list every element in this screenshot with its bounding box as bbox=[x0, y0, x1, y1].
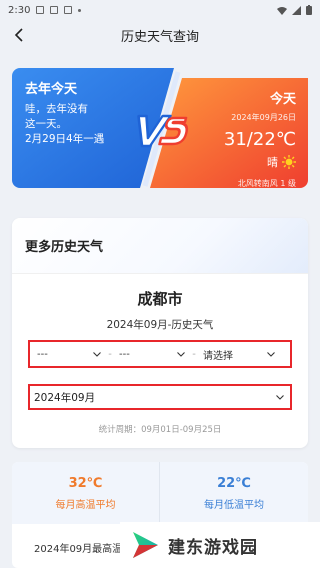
chevron-left-icon bbox=[14, 28, 23, 42]
vs-icon bbox=[137, 114, 189, 148]
last-year-text: 这一天。 bbox=[25, 118, 67, 130]
district-select-value: 请选择 bbox=[203, 350, 233, 362]
month-select-value: 2024年09月 bbox=[34, 391, 96, 404]
watermark-logo-icon bbox=[133, 532, 158, 558]
notification-icon bbox=[36, 6, 45, 14]
high-temp-label: 每月高温平均 bbox=[55, 499, 116, 511]
max-temp-row-label: 2024年09月最高温 bbox=[34, 544, 123, 555]
province-select[interactable]: --- bbox=[33, 343, 105, 365]
today-date: 2024年09月26日 bbox=[231, 113, 296, 122]
watermark-text: 建东游戏园 bbox=[168, 537, 258, 558]
wifi-icon bbox=[277, 6, 287, 15]
chevron-down-icon bbox=[177, 351, 185, 357]
history-subtitle: 2024年09月-历史天气 bbox=[106, 319, 214, 331]
region-select-row: --- - --- - 请选择 bbox=[28, 340, 292, 368]
signal-icon bbox=[292, 5, 301, 15]
dot-icon bbox=[78, 8, 82, 12]
condition-text: 晴 bbox=[267, 156, 278, 169]
chevron-down-icon bbox=[267, 351, 275, 357]
today-wind: 北风转南风 1 级 bbox=[237, 179, 296, 188]
notification-icon bbox=[64, 6, 73, 14]
low-temp-value: 22℃ bbox=[217, 475, 251, 491]
watermark: 建东游戏园 bbox=[120, 522, 320, 568]
select-separator: - bbox=[192, 348, 196, 360]
status-bar: 2:30 bbox=[0, 0, 320, 20]
province-select-value: --- bbox=[37, 348, 48, 360]
high-temp-average: 32℃ 每月高温平均 bbox=[12, 462, 160, 524]
city-name: 成都市 bbox=[137, 290, 183, 308]
more-history-card: 更多历史天气 成都市 2024年09月-历史天气 --- - --- - 请选择… bbox=[12, 218, 308, 448]
low-temp-label: 每月低温平均 bbox=[204, 499, 264, 511]
compare-card: 去年今天 哇，去年没有 这一天。 2月29日4年一遇 今天 2024年09月26… bbox=[12, 68, 308, 188]
battery-icon bbox=[306, 5, 312, 15]
district-select[interactable]: 请选择 bbox=[199, 343, 279, 365]
app-header: 历史天气查询 bbox=[0, 20, 320, 50]
notification-icon bbox=[50, 6, 59, 14]
last-year-text: 2月29日4年一遇 bbox=[25, 133, 105, 145]
status-time: 2:30 bbox=[8, 4, 31, 16]
chevron-down-icon bbox=[276, 394, 284, 400]
city-select[interactable]: --- bbox=[115, 343, 189, 365]
today-condition: 晴 bbox=[224, 154, 296, 170]
low-temp-average: 22℃ 每月低温平均 bbox=[160, 462, 308, 524]
sun-icon bbox=[282, 155, 296, 169]
last-year-panel: 去年今天 哇，去年没有 这一天。 2月29日4年一遇 bbox=[25, 78, 104, 147]
statistics-period: 统计周期：09月01日-09月25日 bbox=[98, 425, 222, 435]
more-history-header: 更多历史天气 bbox=[12, 218, 308, 274]
page-title: 历史天气查询 bbox=[120, 29, 199, 45]
last-year-title: 去年今天 bbox=[25, 82, 78, 97]
month-select[interactable]: 2024年09月 bbox=[28, 384, 292, 410]
city-select-value: --- bbox=[119, 348, 130, 360]
high-temp-value: 32℃ bbox=[68, 475, 103, 491]
more-history-title: 更多历史天气 bbox=[25, 240, 104, 255]
today-title: 今天 bbox=[269, 92, 296, 107]
last-year-text: 哇，去年没有 bbox=[25, 103, 88, 115]
today-panel: 今天 2024年09月26日 31/22℃ 晴 北风转南风 1 级 bbox=[224, 88, 296, 188]
select-separator: - bbox=[108, 348, 112, 360]
chevron-down-icon bbox=[93, 351, 101, 357]
back-button[interactable] bbox=[8, 24, 30, 46]
today-temperature: 31/22℃ bbox=[223, 129, 296, 150]
